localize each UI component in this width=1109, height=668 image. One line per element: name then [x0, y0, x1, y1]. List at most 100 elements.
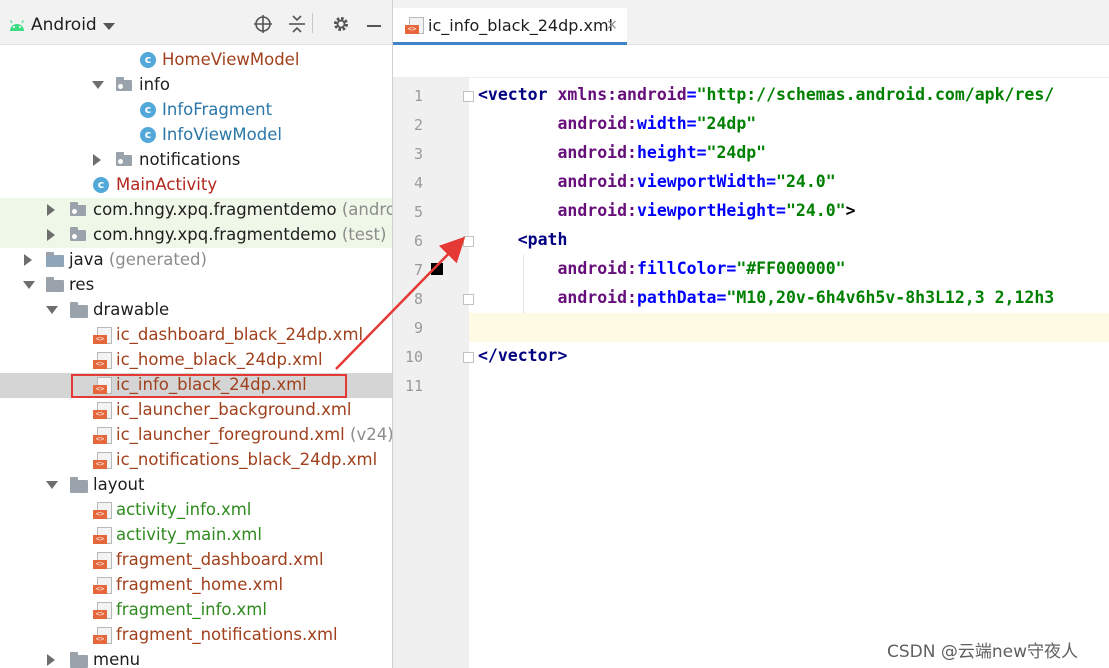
code-line-8[interactable]: android:pathData="M10,20v-6h4v6h5v-8h3L1…	[478, 288, 1054, 307]
color-swatch-icon[interactable]	[431, 263, 443, 275]
tree-item-label: ic_notifications_black_24dp.xml	[116, 450, 378, 469]
tree-item-label: ic_dashboard_black_24dp.xml	[116, 325, 364, 344]
line-number: 11	[404, 377, 423, 395]
tree-item-xml-selected[interactable]: <> ic_info_black_24dp.xml	[0, 373, 392, 398]
line-number: 10	[404, 348, 423, 366]
tree-item-xml[interactable]: <> fragment_notifications.xml	[0, 623, 392, 648]
gear-icon[interactable]	[332, 15, 350, 37]
tree-item-label: HomeViewModel	[162, 50, 300, 69]
tree-item-infofragment[interactable]: c InfoFragment	[0, 98, 392, 123]
code-line-7[interactable]: android:fillColor="#FF000000"	[478, 259, 845, 278]
code-editor: <> ic_info_black_24dp.xml × 1 2 3 4 5 6 …	[393, 0, 1109, 668]
tree-item-label: drawable	[93, 300, 170, 319]
chevron-down-icon[interactable]	[92, 81, 104, 89]
tree-item-label: fragment_info.xml	[116, 600, 267, 619]
package-icon	[70, 202, 86, 216]
chevron-right-icon[interactable]	[47, 204, 55, 216]
fold-marker-icon[interactable]	[463, 236, 474, 247]
tree-item-xml[interactable]: <> activity_main.xml	[0, 523, 392, 548]
generated-folder-icon	[46, 252, 64, 267]
minimize-icon[interactable]	[367, 25, 381, 27]
line-number: 1	[413, 87, 423, 105]
class-icon: c	[140, 52, 156, 68]
code-line-10[interactable]: </vector>	[478, 346, 567, 365]
code-line-6[interactable]: <path	[478, 230, 568, 249]
code-line-4[interactable]: android:viewportWidth="24.0"	[478, 172, 835, 191]
tree-item-package-androidtest[interactable]: com.hngy.xpq.fragmentdemo (androidT	[0, 198, 392, 223]
chevron-down-icon[interactable]	[23, 281, 35, 289]
tree-item-xml[interactable]: <> ic_dashboard_black_24dp.xml	[0, 323, 392, 348]
tree-item-label: info	[139, 75, 170, 94]
watermark: CSDN @云端new守夜人	[887, 642, 1079, 662]
tree-item-xml[interactable]: <> ic_launcher_foreground.xml (v24)	[0, 423, 392, 448]
tree-item-info[interactable]: info	[0, 73, 392, 98]
chevron-right-icon[interactable]	[47, 654, 55, 666]
xml-file-icon: <>	[93, 527, 112, 545]
tree-item-package-test[interactable]: com.hngy.xpq.fragmentdemo (test)	[0, 223, 392, 248]
fold-marker-icon[interactable]	[463, 91, 474, 102]
tree-item-label: fragment_home.xml	[116, 575, 284, 594]
tree-item-xml[interactable]: <> ic_home_black_24dp.xml	[0, 348, 392, 373]
android-icon	[9, 17, 25, 36]
xml-file-icon: <>	[93, 452, 112, 470]
xml-file-icon: <>	[93, 552, 112, 570]
chevron-right-icon[interactable]	[24, 254, 32, 266]
chevron-right-icon[interactable]	[47, 229, 55, 241]
project-panel: Android c HomeViewModel info c InfoFragm…	[0, 0, 392, 668]
chevron-down-icon[interactable]	[46, 306, 58, 314]
tree-item-label: activity_main.xml	[116, 525, 262, 544]
resource-folder-icon	[46, 277, 64, 292]
fold-marker-icon[interactable]	[463, 352, 474, 363]
class-icon: c	[140, 127, 156, 143]
tree-item-xml[interactable]: <> ic_notifications_black_24dp.xml	[0, 448, 392, 473]
tree-item-drawable[interactable]: drawable	[0, 298, 392, 323]
editor-tab[interactable]: <> ic_info_black_24dp.xml ×	[393, 8, 627, 45]
tree-item-label: com.hngy.xpq.fragmentdemo (androidT	[93, 200, 392, 219]
tree-item-label: res	[69, 275, 95, 294]
tree-item-xml[interactable]: <> ic_launcher_background.xml	[0, 398, 392, 423]
tree-item-xml[interactable]: <> activity_info.xml	[0, 498, 392, 523]
tree-item-xml[interactable]: <> fragment_info.xml	[0, 598, 392, 623]
tree-item-mainactivity[interactable]: c MainActivity	[0, 173, 392, 198]
editor-gutter: 1 2 3 4 5 6 7 8 9 10 11	[393, 78, 474, 668]
tree-item-xml[interactable]: <> fragment_dashboard.xml	[0, 548, 392, 573]
tree-item-infoviewmodel[interactable]: c InfoViewModel	[0, 123, 392, 148]
tree-item-label: activity_info.xml	[116, 500, 252, 519]
line-number: 2	[413, 116, 423, 134]
tree-item-notifications[interactable]: notifications	[0, 148, 392, 173]
code-line-3[interactable]: android:height="24dp"	[478, 143, 766, 162]
close-icon[interactable]: ×	[606, 17, 618, 33]
project-view-selector[interactable]: Android	[31, 15, 97, 35]
collapse-all-icon[interactable]	[288, 15, 306, 37]
line-number: 6	[413, 232, 423, 250]
chevron-down-icon[interactable]	[103, 23, 115, 30]
xml-file-icon: <>	[93, 352, 112, 370]
tree-item-label: ic_launcher_foreground.xml (v24)	[116, 425, 392, 444]
tree-item-label: fragment_notifications.xml	[116, 625, 338, 644]
code-line-5[interactable]: android:viewportHeight="24.0">	[478, 201, 855, 220]
tree-item-label: MainActivity	[116, 175, 218, 194]
tree-item-res[interactable]: res	[0, 273, 392, 298]
tree-item-label: com.hngy.xpq.fragmentdemo (test)	[93, 225, 387, 244]
code-line-1[interactable]: <vector xmlns:android="http://schemas.an…	[478, 85, 1054, 104]
tree-item-label: java (generated)	[69, 250, 207, 269]
folder-icon	[70, 477, 88, 493]
xml-file-icon: <>	[405, 17, 424, 35]
tree-item-xml[interactable]: <> fragment_home.xml	[0, 573, 392, 598]
code-line-2[interactable]: android:width="24dp"	[478, 114, 756, 133]
tree-item-label: layout	[93, 475, 145, 494]
chevron-right-icon[interactable]	[93, 154, 101, 166]
tree-item-menu[interactable]: menu	[0, 648, 392, 668]
chevron-down-icon[interactable]	[46, 481, 58, 489]
tree-item-java-generated[interactable]: java (generated)	[0, 248, 392, 273]
project-panel-header: Android	[0, 0, 392, 45]
tree-item-homeviewmodel[interactable]: c HomeViewModel	[0, 48, 392, 73]
line-number: 4	[413, 174, 423, 192]
tree-item-layout[interactable]: layout	[0, 473, 392, 498]
line-number: 5	[413, 203, 423, 221]
xml-file-icon: <>	[93, 577, 112, 595]
tree-item-label: ic_info_black_24dp.xml	[116, 375, 307, 394]
fold-marker-icon[interactable]	[463, 294, 474, 305]
locate-icon[interactable]	[254, 15, 272, 37]
package-icon	[116, 152, 132, 166]
